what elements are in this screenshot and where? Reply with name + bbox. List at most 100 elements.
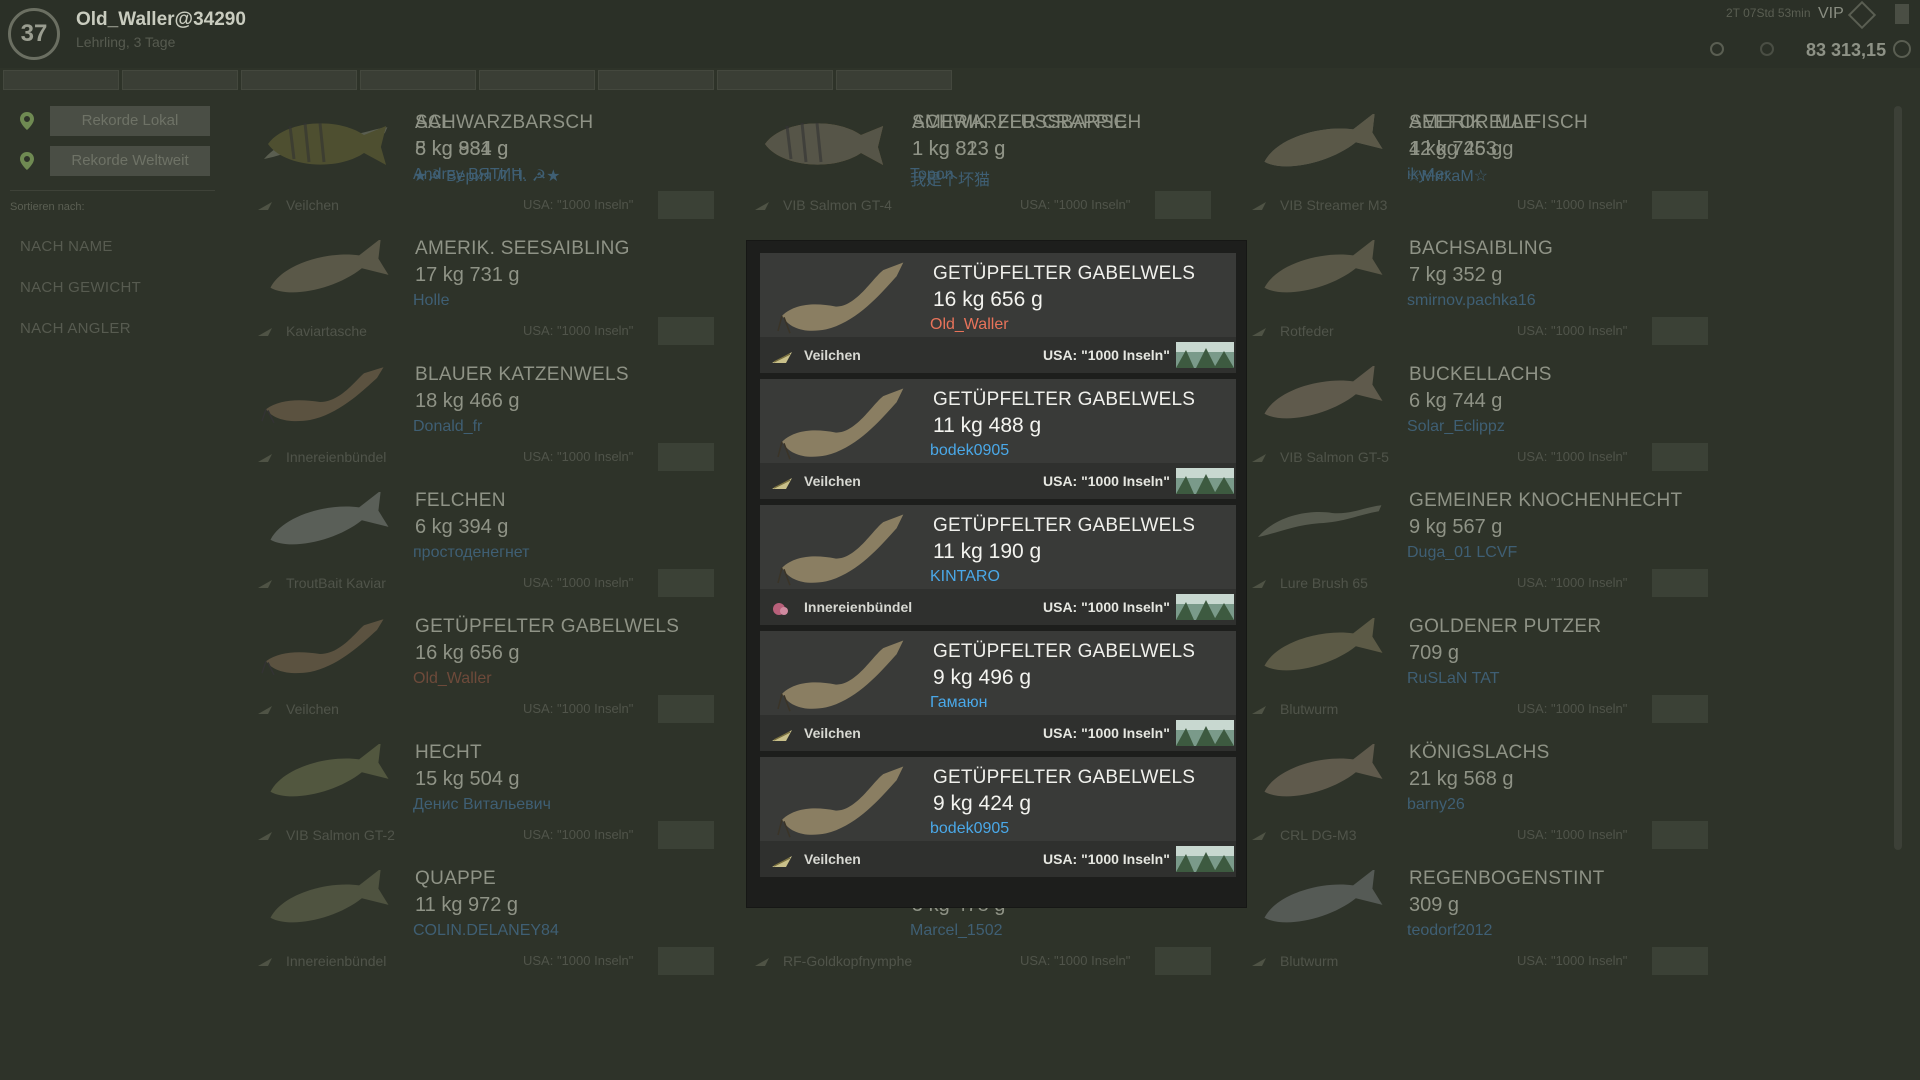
- angler-name[interactable]: Andrey ВЯТИЧ.: [413, 166, 526, 184]
- angler-name[interactable]: Old_Waller: [930, 316, 1009, 334]
- popup-record-entry[interactable]: GETÜPFELTER GABELWELS 9 kg 496 g Гамаюн …: [760, 631, 1236, 751]
- angler-name[interactable]: barny26: [1407, 796, 1465, 814]
- angler-name[interactable]: bodek0905: [930, 820, 1009, 838]
- angler-name[interactable]: Гамаюн: [930, 694, 987, 712]
- fish-weight: 21 kg 568 g: [1409, 768, 1514, 790]
- entry-header: GETÜPFELTER GABELWELS 16 kg 656 g Old_Wa…: [760, 253, 1236, 337]
- money-balance: 83 313,15: [1806, 40, 1887, 60]
- location-thumbnail: [1652, 695, 1708, 723]
- fish-weight: 709 g: [1409, 642, 1460, 664]
- bait-icon: [1250, 448, 1268, 466]
- lure-icon: [770, 851, 794, 871]
- record-card[interactable]: SCHWARZER CRAPPIE 1 kg 823 g Topon: [737, 100, 1217, 224]
- angler-name[interactable]: COLIN.DELANEY84: [413, 922, 559, 940]
- record-card[interactable]: BLAUER KATZENWELS 18 kg 466 g Donald_fr …: [240, 352, 720, 476]
- record-card[interactable]: GEMEINER KNOCHENHECHT 9 kg 567 g Duga_01…: [1234, 478, 1714, 602]
- angler-name[interactable]: Solar_Eclippz: [1407, 418, 1505, 436]
- bait-name: Veilchen: [804, 725, 861, 741]
- fish-weight: 11 kg 488 g: [933, 414, 1042, 437]
- nav-tab[interactable]: [598, 70, 714, 90]
- bait-name: Veilchen: [804, 473, 861, 489]
- popup-record-entry[interactable]: GETÜPFELTER GABELWELS 16 kg 656 g Old_Wa…: [760, 253, 1236, 373]
- sort-by-angler[interactable]: NACH ANGLER: [20, 320, 131, 337]
- angler-name[interactable]: Donald_fr: [413, 418, 482, 436]
- fish-name: GOLDENER PUTZER: [1409, 616, 1602, 637]
- angler-name[interactable]: iky4er: [1407, 166, 1450, 184]
- entry-header: GETÜPFELTER GABELWELS 11 kg 190 g KINTAR…: [760, 505, 1236, 589]
- angler-name[interactable]: Денис Витальевич: [413, 796, 551, 814]
- bait-name: TroutBait Kaviar: [286, 575, 386, 591]
- vip-diamond-icon: [1847, 0, 1877, 30]
- popup-record-entry[interactable]: GETÜPFELTER GABELWELS 11 kg 190 g KINTAR…: [760, 505, 1236, 625]
- bait-name: Innereienbündel: [286, 449, 387, 465]
- fish-image: [776, 765, 910, 841]
- flag-icon[interactable]: [1895, 4, 1909, 24]
- entry-header: GETÜPFELTER GABELWELS 9 kg 424 g bodek09…: [760, 757, 1236, 841]
- bait-name: Blutwurm: [1280, 953, 1339, 969]
- record-card[interactable]: BUCKELLACHS 6 kg 744 g Solar_Eclippz VIB…: [1234, 352, 1714, 476]
- gold-coin-icon: [1710, 42, 1724, 56]
- sort-by-name[interactable]: NACH NAME: [20, 238, 113, 255]
- records-local-button[interactable]: Rekorde Lokal: [50, 106, 210, 136]
- fish-weight: 7 kg 352 g: [1409, 264, 1503, 286]
- angler-name[interactable]: Holle: [413, 292, 449, 310]
- fish-name: GETÜPFELTER GABELWELS: [415, 616, 680, 637]
- money-icon: [1893, 40, 1911, 58]
- fish-weight: 6 kg 744 g: [1409, 390, 1503, 412]
- nav-tab[interactable]: [836, 70, 952, 90]
- fish-weight: 5 kg 984 g: [415, 138, 509, 160]
- nav-tab[interactable]: [122, 70, 238, 90]
- sort-by-weight[interactable]: NACH GEWICHT: [20, 279, 141, 296]
- record-card[interactable]: BACHSAIBLING 7 kg 352 g smirnov.pachka16…: [1234, 226, 1714, 350]
- popup-record-entry[interactable]: GETÜPFELTER GABELWELS 9 kg 424 g bodek09…: [760, 757, 1236, 877]
- angler-name[interactable]: Duga_01 LCVF: [1407, 544, 1517, 562]
- record-card[interactable]: KÖNIGSLACHS 21 kg 568 g barny26 CRL DG-M…: [1234, 730, 1714, 854]
- location-name: USA: "1000 Inseln": [523, 575, 634, 590]
- record-card[interactable]: SEEFORELLE 12 kg 463 g iky4er: [1234, 100, 1714, 224]
- record-card[interactable]: AMERIK. SEESAIBLING 17 kg 731 g Holle Ka…: [240, 226, 720, 350]
- angler-name[interactable]: Old_Waller: [413, 670, 492, 688]
- fish-image: [260, 742, 390, 804]
- entry-footer: Veilchen USA: "1000 Inseln": [760, 715, 1236, 751]
- angler-name[interactable]: RuSLaN TAT: [1407, 670, 1499, 688]
- records-world-button[interactable]: Rekorde Weltweit: [50, 146, 210, 176]
- location-name: USA: "1000 Inseln": [1043, 473, 1170, 489]
- fish-image: [260, 490, 390, 552]
- scrollbar[interactable]: [1894, 106, 1902, 850]
- angler-name[interactable]: Marcel_1502: [910, 922, 1003, 940]
- fish-name: GETÜPFELTER GABELWELS: [933, 389, 1196, 410]
- record-card[interactable]: FELCHEN 6 kg 394 g простоденегнет TroutB…: [240, 478, 720, 602]
- record-card[interactable]: SCHWARZBARSCH 5 kg 984 g Andrey ВЯТИЧ.: [240, 100, 720, 224]
- record-card[interactable]: QUAPPE 11 kg 972 g COLIN.DELANEY84 Inner…: [240, 856, 720, 980]
- angler-name[interactable]: Topon: [910, 166, 954, 184]
- location-name: USA: "1000 Inseln": [1517, 323, 1628, 338]
- record-card[interactable]: GOLDENER PUTZER 709 g RuSLaN TAT Blutwur…: [1234, 604, 1714, 728]
- location-name: USA: "1000 Inseln": [1517, 701, 1628, 716]
- fish-weight: 18 kg 466 g: [415, 390, 520, 412]
- record-card[interactable]: GETÜPFELTER GABELWELS 16 kg 656 g Old_Wa…: [240, 604, 720, 728]
- angler-name[interactable]: smirnov.pachka16: [1407, 292, 1536, 310]
- record-card[interactable]: REGENBOGENSTINT 309 g teodorf2012 Blutwu…: [1234, 856, 1714, 980]
- angler-name[interactable]: простоденегнет: [413, 544, 530, 562]
- fish-image: [1254, 616, 1384, 678]
- fish-image: [776, 513, 910, 589]
- fish-weight: 16 kg 656 g: [415, 642, 520, 664]
- location-thumbnail: [1652, 821, 1708, 849]
- bait-name: RF-Goldkopfnymphe: [783, 953, 913, 969]
- nav-tab[interactable]: [241, 70, 357, 90]
- angler-name[interactable]: teodorf2012: [1407, 922, 1492, 940]
- fish-name: SCHWARZER CRAPPIE: [912, 112, 1128, 133]
- nav-tab[interactable]: [717, 70, 833, 90]
- popup-record-entry[interactable]: GETÜPFELTER GABELWELS 11 kg 488 g bodek0…: [760, 379, 1236, 499]
- nav-tab[interactable]: [360, 70, 476, 90]
- nav-tab[interactable]: [3, 70, 119, 90]
- angler-name[interactable]: bodek0905: [930, 442, 1009, 460]
- record-card[interactable]: HECHT 15 kg 504 g Денис Витальевич VIB S…: [240, 730, 720, 854]
- location-name: USA: "1000 Inseln": [523, 827, 634, 842]
- nav-tab[interactable]: [479, 70, 595, 90]
- fish-name: GETÜPFELTER GABELWELS: [933, 515, 1196, 536]
- angler-name[interactable]: KINTARO: [930, 568, 1000, 586]
- bait-icon: [256, 448, 274, 466]
- nav-tabs: [3, 70, 952, 90]
- bait-name: Veilchen: [804, 347, 861, 363]
